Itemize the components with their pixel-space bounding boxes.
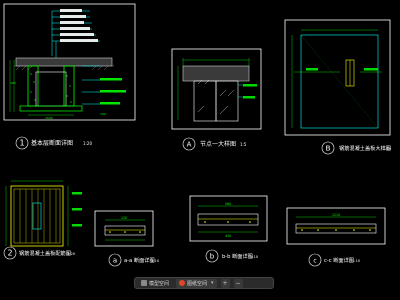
model-space-icon <box>141 280 147 286</box>
paper-space-icon <box>179 280 186 286</box>
tab-paper-space-label: 图纸空间 <box>187 280 208 287</box>
drawing-b-scale: 1:10 <box>383 147 392 151</box>
drawing-1-base-layer-section <box>3 3 136 121</box>
drawing-cc-mark: c <box>313 258 316 265</box>
aa-dim-top: 120 <box>121 216 127 220</box>
drawing-cc-scale: 1:10 <box>352 259 361 263</box>
drawing-2-mark: 2 <box>7 249 12 258</box>
drawing-aa-section: 120 <box>94 210 154 247</box>
drawing-2-title: 钢筋混凝土盖板配筋图 <box>19 249 71 257</box>
drawing-cc-section: 1210 <box>286 207 386 245</box>
drawing-aa-title-block: a a-a 断面详图 1:10 <box>108 253 160 267</box>
tab-model-space[interactable]: 模型空间 <box>138 279 172 288</box>
drawing-b-title-block: B 钢筋混凝土盖板大样图 1:10 <box>321 141 392 155</box>
add-layout-button[interactable]: + <box>220 278 230 288</box>
drawing-aa-scale: 1:10 <box>151 259 160 263</box>
drawing-b-cover-slab-detail <box>284 19 391 136</box>
drawing-2-scale: 1:20 <box>67 252 76 256</box>
d1-dim-a: 400 <box>10 81 16 85</box>
d1-dim-b: 1500 <box>45 116 53 120</box>
layout-tab-bar: 模型空间 图纸空间 ▾ + − <box>134 277 274 289</box>
drawing-cc-title-block: c c-c 断面详图 1:10 <box>308 253 361 267</box>
cad-drawing-canvas[interactable]: 1 基本层断面详图 1:20 A 节点一大样图 1:5 B 钢筋混凝土盖板大样图… <box>0 0 400 300</box>
drawing-cc-title: c-c 断面详图 <box>324 256 354 264</box>
cc-dim-top: 1210 <box>332 213 340 217</box>
drawing-b-mark: B <box>326 145 331 153</box>
drawing-1-mark: 1 <box>19 139 24 148</box>
remove-layout-button[interactable]: − <box>233 278 243 288</box>
bb-dim-bottom: 440 <box>225 234 231 238</box>
drawing-bb-scale: 1:10 <box>250 255 259 259</box>
tab-model-space-label: 模型空间 <box>149 280 170 287</box>
tab-paper-space[interactable]: 图纸空间 ▾ <box>176 278 217 288</box>
drawing-1-dimension-labels: 400 1500 700 <box>10 81 106 120</box>
drawing-a-node-detail <box>171 48 262 130</box>
drawing-a-mark: A <box>187 141 192 149</box>
drawing-bb-mark: b <box>210 253 215 261</box>
drawing-1-title-block: 1 基本层断面详图 1:20 <box>15 136 92 150</box>
drawing-2-title-block: 2 钢筋混凝土盖板配筋图 1:20 <box>3 246 76 260</box>
drawing-1-scale: 1:20 <box>83 141 92 146</box>
chevron-down-icon: ▾ <box>211 280 214 286</box>
drawing-2-reinforcement-plan <box>5 180 82 247</box>
drawing-aa-mark: a <box>113 257 117 265</box>
drawing-a-title: 节点一大样图 <box>200 140 236 148</box>
drawing-a-title-block: A 节点一大样图 1:5 <box>182 137 247 151</box>
drawing-a-scale: 1:5 <box>240 142 247 147</box>
bb-dim-top: 560 <box>225 202 231 206</box>
drawing-1-title: 基本层断面详图 <box>31 139 73 147</box>
drawing-bb-title: b-b 断面详图 <box>222 252 253 260</box>
d1-dim-c: 700 <box>100 112 106 116</box>
drawing-bb-section: 560 440 <box>189 195 268 242</box>
drawing-bb-title-block: b b-b 断面详图 1:10 <box>205 249 259 263</box>
